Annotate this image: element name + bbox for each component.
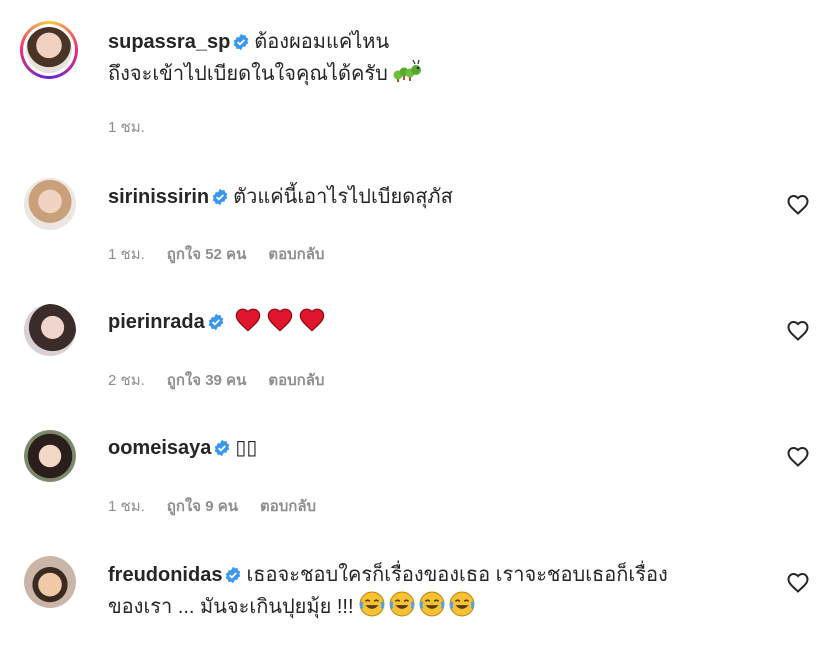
red-heart-emoji	[268, 308, 293, 332]
comment-time: 1 ชม.	[108, 119, 145, 136]
avatar[interactable]	[20, 21, 78, 79]
reply-button[interactable]: ตอบกลับ	[260, 494, 316, 518]
heart-outline-icon[interactable]	[786, 445, 810, 467]
verified-badge-icon	[234, 33, 249, 51]
verified-badge-icon	[215, 439, 230, 457]
comment-like-count[interactable]: ถูกใจ 39 คน	[167, 368, 247, 392]
heart-outline-icon[interactable]	[786, 319, 810, 341]
tears-of-joy-emoji	[449, 591, 475, 617]
tears-of-joy-emoji	[389, 591, 415, 617]
avatar[interactable]	[24, 178, 76, 230]
comment-username[interactable]: supassra_sp	[108, 31, 230, 53]
comment-text-continued: ถึงจะเข้าไปเบียดในใจคุณได้ครับ	[108, 63, 388, 85]
heart-outline-icon[interactable]	[786, 571, 810, 593]
tears-of-joy-emoji	[419, 591, 445, 617]
comment-username[interactable]: sirinissirin	[108, 186, 209, 208]
comment-time: 2 ชม.	[108, 372, 145, 389]
heart-outline-icon[interactable]	[786, 193, 810, 215]
comment-text: ตัวแค่นี้เอาไรไปเบียดสุภัส	[233, 186, 453, 208]
avatar[interactable]	[24, 556, 76, 608]
verified-badge-icon	[226, 566, 241, 584]
reply-button[interactable]: ตอบกลับ	[268, 242, 324, 266]
avatar[interactable]	[24, 430, 76, 482]
verified-badge-icon	[212, 188, 228, 206]
red-heart-emoji	[236, 308, 261, 332]
comment-time: 1 ชม.	[108, 246, 145, 263]
comment-like-count[interactable]: ถูกใจ 9 คน	[167, 494, 238, 518]
comment-username[interactable]: freudonidas	[108, 564, 222, 586]
verified-badge-icon	[208, 313, 223, 331]
comment-text: ▯▯	[235, 437, 258, 459]
comment-username[interactable]: oomeisaya	[108, 437, 211, 459]
comment-text: เธอจะชอบใครก็เรื่องของเธอ เราจะชอบเธอก็เ…	[246, 564, 668, 586]
avatar[interactable]	[24, 304, 76, 356]
comment-like-count[interactable]: ถูกใจ 52 คน	[167, 242, 247, 266]
tears-of-joy-emoji	[359, 591, 385, 617]
comment-username[interactable]: pierinrada	[108, 311, 205, 333]
red-heart-emoji	[300, 308, 325, 332]
reply-button[interactable]: ตอบกลับ	[268, 368, 324, 392]
comment-text: ต้องผอมแค่ไหน	[254, 31, 390, 53]
comment-text-continued: ของเรา ... มันจะเกินปุยมุ้ย !!!	[108, 596, 354, 618]
caterpillar-emoji	[393, 59, 422, 82]
comment-time: 1 ชม.	[108, 498, 145, 515]
